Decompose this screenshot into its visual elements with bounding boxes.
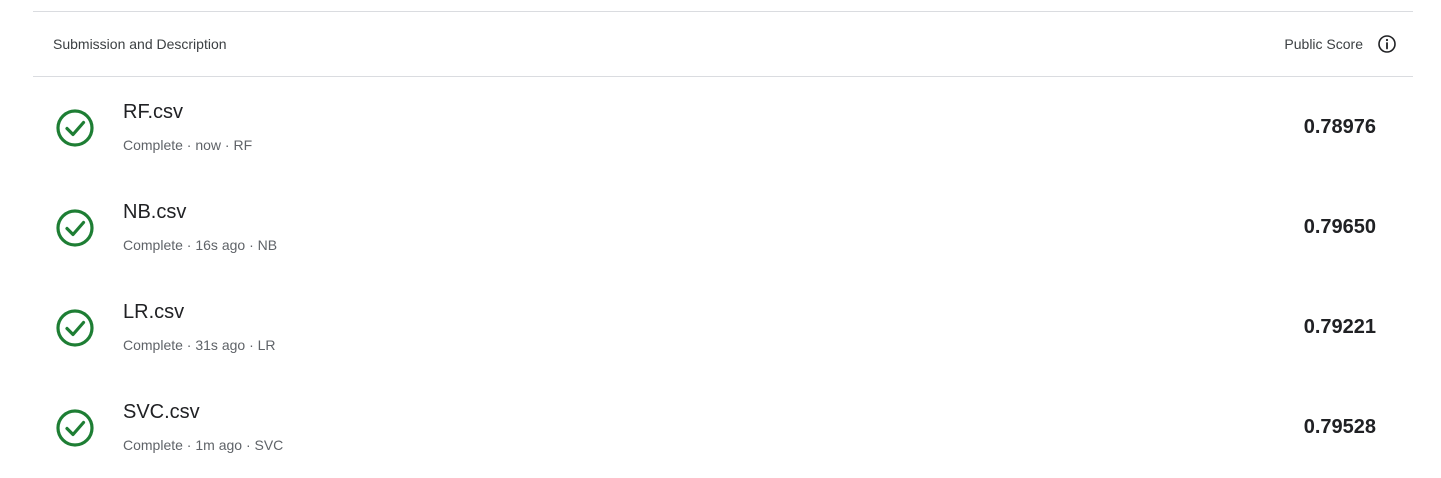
public-score-value: 0.79221	[1303, 316, 1376, 338]
table-row[interactable]: NB.csv Complete · 16s ago · NB 0.79650	[33, 177, 1413, 277]
submission-meta: Complete · 16s ago · NB	[123, 237, 278, 253]
table-header: Submission and Description Public Score	[33, 12, 1413, 77]
public-score-value: 0.79650	[1303, 216, 1376, 238]
submission-meta: Complete · 31s ago · LR	[123, 337, 276, 353]
check-circle-icon	[56, 309, 94, 347]
info-icon[interactable]	[1377, 34, 1397, 54]
header-public-score-label: Public Score	[1284, 36, 1363, 52]
submission-file-name[interactable]: NB.csv	[123, 201, 186, 224]
table-row[interactable]: SVC.csv Complete · 1m ago · SVC 0.79528	[33, 377, 1413, 477]
public-score-value: 0.78976	[1303, 116, 1376, 138]
submission-file-name[interactable]: RF.csv	[123, 101, 183, 124]
submission-meta: Complete · 1m ago · SVC	[123, 437, 284, 453]
submission-file-name[interactable]: SVC.csv	[123, 401, 200, 424]
header-submission-label: Submission and Description	[53, 36, 227, 52]
check-circle-icon	[56, 109, 94, 147]
check-circle-icon	[56, 209, 94, 247]
header-score-group: Public Score	[1053, 34, 1413, 54]
table-row[interactable]: LR.csv Complete · 31s ago · LR 0.79221	[33, 277, 1413, 377]
public-score-value: 0.79528	[1303, 416, 1376, 438]
table-row[interactable]: RF.csv Complete · now · RF 0.78976	[33, 77, 1413, 177]
submission-file-name[interactable]: LR.csv	[123, 301, 184, 324]
check-circle-icon	[56, 409, 94, 447]
submission-meta: Complete · now · RF	[123, 137, 253, 153]
